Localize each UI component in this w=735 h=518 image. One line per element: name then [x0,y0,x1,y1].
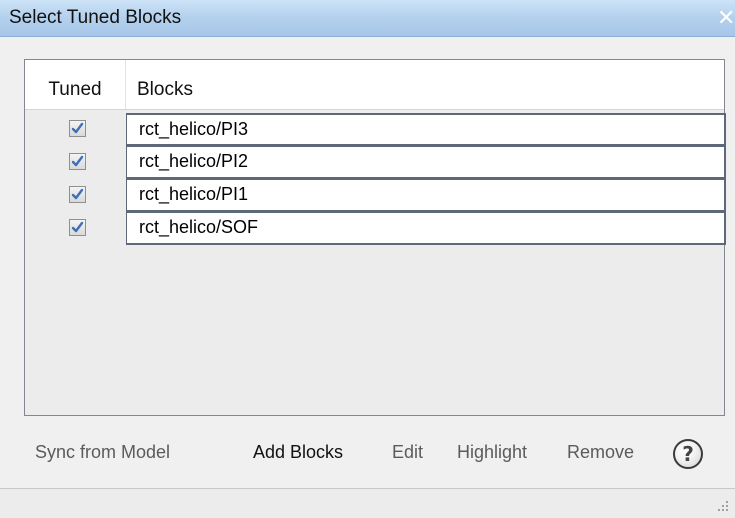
tuned-checkbox[interactable] [69,120,86,137]
block-cell[interactable]: rct_helico/PI2 [126,146,726,179]
remove-button[interactable]: Remove [567,442,634,463]
column-header-blocks[interactable]: Blocks [137,60,193,109]
window-title: Select Tuned Blocks [9,7,182,28]
table-header: Tuned Blocks [25,60,724,110]
status-bar [0,488,735,518]
edit-button[interactable]: Edit [392,442,423,463]
title-bar: Select Tuned Blocks ✕ [0,0,735,37]
tuned-blocks-table: Tuned Blocks rct_helico/PI3 rct_helico/P… [24,59,726,416]
highlight-button[interactable]: Highlight [457,442,527,463]
tuned-cell [25,212,126,245]
sync-from-model-button[interactable]: Sync from Model [35,442,170,463]
tuned-checkbox[interactable] [69,219,86,236]
tuned-cell [25,113,126,146]
tuned-cell [25,146,126,179]
checkmark-icon [71,221,84,233]
button-bar: Sync from Model Add Blocks Edit Highligh… [0,430,735,480]
add-blocks-button[interactable]: Add Blocks [253,442,343,463]
tuned-checkbox[interactable] [69,186,86,203]
checkmark-icon [71,155,84,167]
column-header-tuned[interactable]: Tuned [25,60,126,109]
table-row[interactable]: rct_helico/PI2 [25,146,726,179]
resize-grip-icon[interactable] [717,500,729,512]
tuned-checkbox[interactable] [69,153,86,170]
tuned-cell [25,179,126,212]
checkmark-icon [71,188,84,200]
close-icon[interactable]: ✕ [717,7,735,31]
block-cell[interactable]: rct_helico/PI3 [126,113,726,146]
table-row[interactable]: rct_helico/PI1 [25,179,726,212]
help-icon[interactable]: ? [673,439,703,469]
table-row[interactable]: rct_helico/SOF [25,212,726,245]
block-cell[interactable]: rct_helico/SOF [126,212,726,245]
table-row[interactable]: rct_helico/PI3 [25,113,726,146]
block-cell[interactable]: rct_helico/PI1 [126,179,726,212]
checkmark-icon [71,122,84,134]
